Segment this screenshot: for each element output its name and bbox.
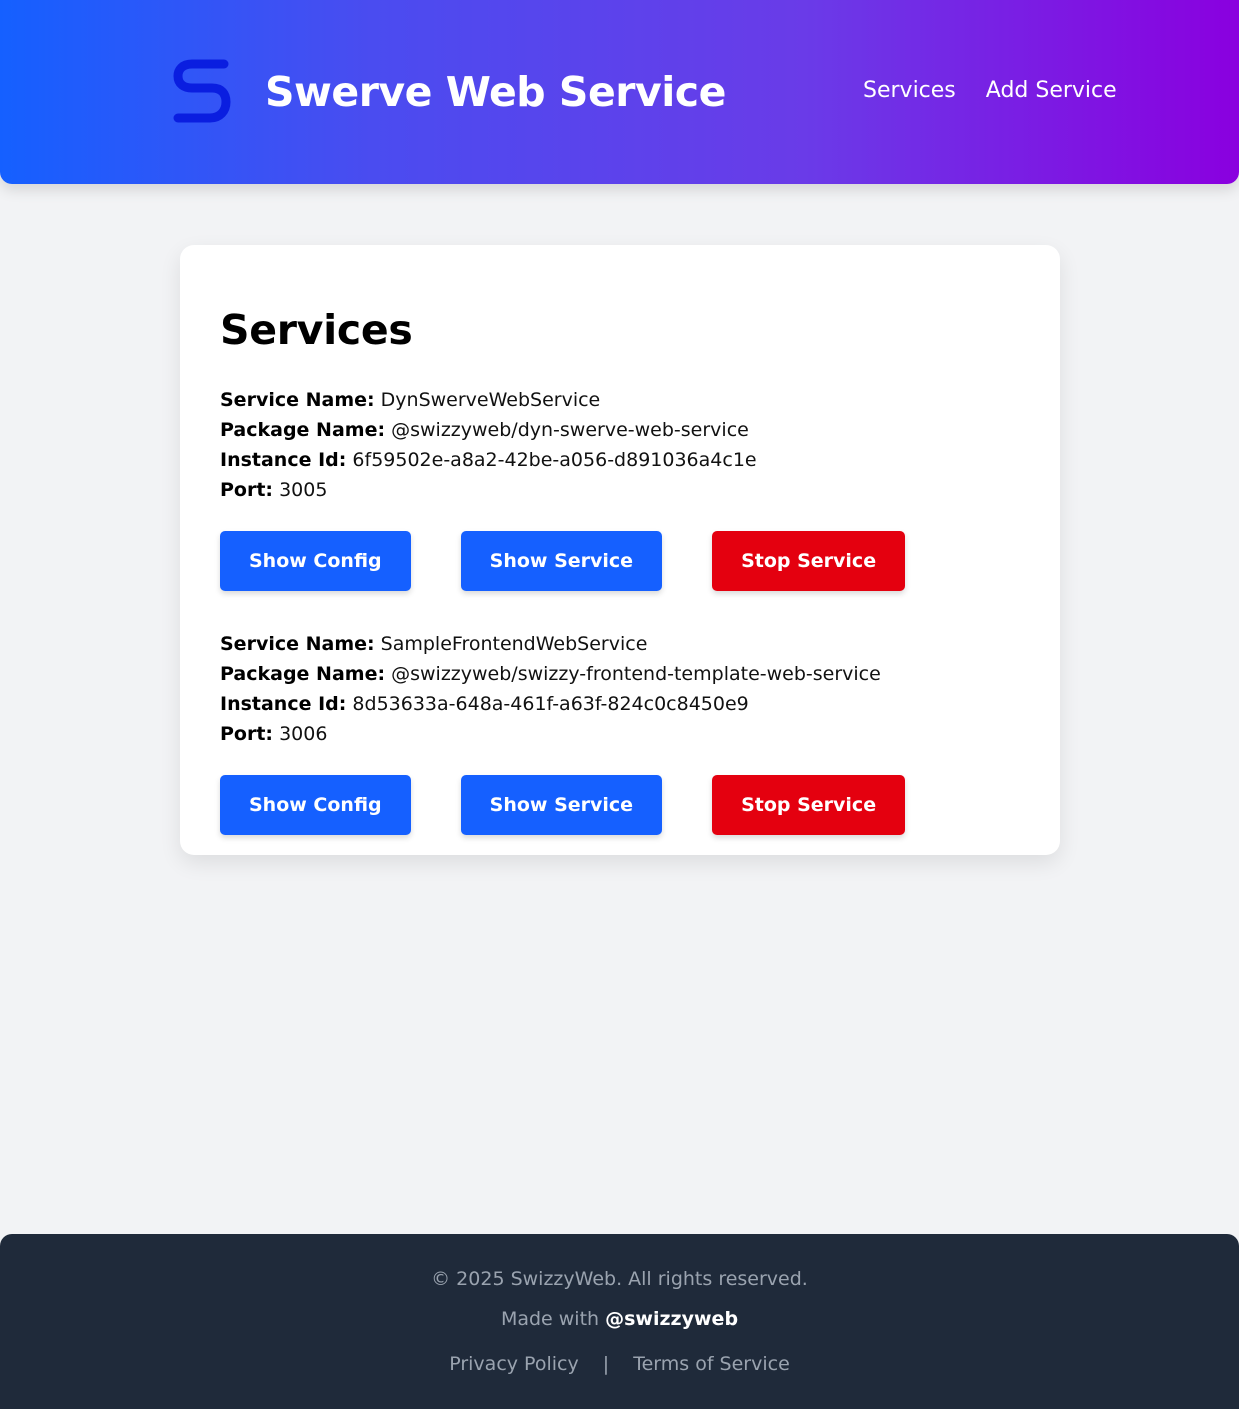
page-title: Services [220, 306, 413, 354]
show-service-button[interactable]: Show Service [460, 531, 663, 591]
stop-service-button[interactable]: Stop Service [712, 775, 906, 835]
service-name-row: Service Name: DynSwerveWebService [220, 385, 1020, 415]
app-footer: © 2025 SwizzyWeb. All rights reserved. M… [0, 1234, 1239, 1409]
footer-links: Privacy Policy | Terms of Service [0, 1351, 1239, 1377]
package-name-label: Package Name: [220, 419, 386, 441]
instance-id-row: Instance Id: 8d53633a-648a-461f-a63f-824… [220, 689, 1020, 719]
port-row: Port: 3006 [220, 719, 1020, 749]
port-value: 3006 [279, 723, 328, 745]
package-name-row: Package Name: @swizzyweb/swizzy-frontend… [220, 659, 1020, 689]
service-name-label: Service Name: [220, 389, 375, 411]
main-nav: Services Add Service [863, 76, 1117, 106]
made-with-line: Made with @swizzyweb [0, 1306, 1239, 1332]
port-row: Port: 3005 [220, 475, 1020, 505]
app-title: Swerve Web Service [265, 68, 726, 116]
show-service-button[interactable]: Show Service [460, 775, 663, 835]
made-with-handle: @swizzyweb [605, 1308, 739, 1330]
port-label: Port: [220, 723, 274, 745]
show-config-button[interactable]: Show Config [220, 531, 411, 591]
service-actions: Show Config Show Service Stop Service [220, 531, 1020, 591]
s-logo-icon[interactable] [172, 56, 232, 126]
service-entry: Service Name: DynSwerveWebService Packag… [220, 385, 1020, 591]
port-label: Port: [220, 479, 274, 501]
service-name-label: Service Name: [220, 633, 375, 655]
service-name-value: DynSwerveWebService [380, 389, 601, 411]
show-config-button[interactable]: Show Config [220, 775, 411, 835]
instance-id-value: 6f59502e-a8a2-42be-a056-d891036a4c1e [352, 449, 757, 471]
package-name-value: @swizzyweb/dyn-swerve-web-service [391, 419, 749, 441]
made-with-prefix: Made with [500, 1308, 600, 1330]
instance-id-label: Instance Id: [220, 693, 347, 715]
terms-of-service-link[interactable]: Terms of Service [633, 1353, 790, 1375]
stop-service-button[interactable]: Stop Service [712, 531, 906, 591]
port-value: 3005 [279, 479, 328, 501]
privacy-policy-link[interactable]: Privacy Policy [449, 1353, 578, 1375]
nav-link-services[interactable]: Services [863, 76, 956, 106]
app-header: Swerve Web Service Services Add Service [0, 0, 1239, 184]
services-card: Services Service Name: DynSwerveWebServi… [180, 245, 1060, 855]
instance-id-row: Instance Id: 6f59502e-a8a2-42be-a056-d89… [220, 445, 1020, 475]
package-name-row: Package Name: @swizzyweb/dyn-swerve-web-… [220, 415, 1020, 445]
service-actions: Show Config Show Service Stop Service [220, 775, 1020, 835]
package-name-value: @swizzyweb/swizzy-frontend-template-web-… [391, 663, 881, 685]
copyright-text: © 2025 SwizzyWeb. All rights reserved. [431, 1268, 808, 1290]
instance-id-value: 8d53633a-648a-461f-a63f-824c0c8450e9 [352, 693, 749, 715]
service-name-row: Service Name: SampleFrontendWebService [220, 629, 1020, 659]
package-name-label: Package Name: [220, 663, 386, 685]
nav-link-add-service[interactable]: Add Service [986, 76, 1117, 106]
service-name-value: SampleFrontendWebService [380, 633, 648, 655]
footer-separator: | [602, 1353, 610, 1375]
service-entry: Service Name: SampleFrontendWebService P… [220, 629, 1020, 835]
instance-id-label: Instance Id: [220, 449, 347, 471]
